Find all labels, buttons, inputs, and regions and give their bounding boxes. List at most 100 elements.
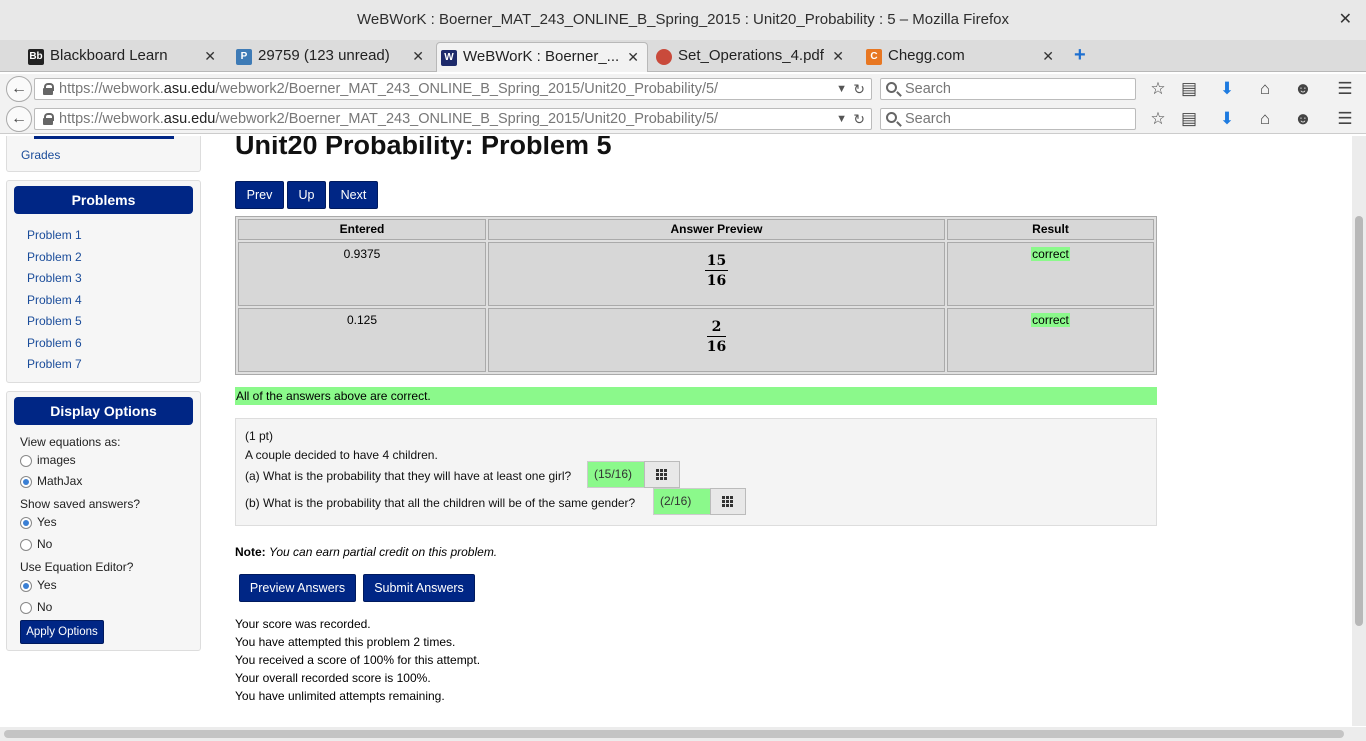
- problem-link-1[interactable]: Problem 1: [27, 225, 200, 247]
- tab-chegg[interactable]: C Chegg.com ✕: [862, 42, 1062, 72]
- problem-box: (1 pt) A couple decided to have 4 childr…: [235, 418, 1157, 526]
- main-menu-box: Grades: [6, 136, 201, 172]
- webwork-favicon-icon: W: [441, 50, 457, 66]
- chat-icon[interactable]: ☻: [1292, 78, 1314, 100]
- close-tab-icon[interactable]: ✕: [627, 43, 639, 71]
- preview-answers-button[interactable]: Preview Answers: [239, 574, 356, 602]
- radio-editor-no[interactable]: [20, 601, 32, 614]
- tab-bar: Bb Blackboard Learn ✕ P 29759 (123 unrea…: [0, 40, 1366, 72]
- chevron-down-icon[interactable]: ▼: [836, 109, 847, 129]
- vertical-scrollbar[interactable]: [1352, 136, 1366, 726]
- option-saved-yes[interactable]: Yes: [20, 515, 200, 529]
- window-title: WeBWorK : Boerner_MAT_243_ONLINE_B_Sprin…: [357, 11, 1009, 28]
- download-arrow-icon[interactable]: ⬇: [1216, 108, 1238, 130]
- bookmark-star-icon[interactable]: ☆: [1147, 78, 1169, 100]
- status-line: You received a score of 100% for this at…: [235, 653, 481, 667]
- search-input[interactable]: Search: [880, 108, 1136, 130]
- radio-editor-yes[interactable]: [20, 579, 32, 592]
- close-window-icon[interactable]: ✕: [1339, 0, 1352, 40]
- reading-list-icon[interactable]: ▤: [1178, 78, 1200, 100]
- search-input[interactable]: Search: [880, 78, 1136, 100]
- problem-link-7[interactable]: Problem 7: [27, 354, 200, 376]
- preview-cell: 2 16: [488, 308, 945, 372]
- url-bar[interactable]: https://webwork.asu.edu/webwork2/Boerner…: [34, 78, 872, 100]
- result-cell: correct: [947, 308, 1154, 372]
- close-tab-icon[interactable]: ✕: [1042, 42, 1054, 70]
- equation-editor-label: Use Equation Editor?: [20, 560, 134, 574]
- problem-link-3[interactable]: Problem 3: [27, 268, 200, 290]
- problem-link-2[interactable]: Problem 2: [27, 247, 200, 269]
- menu-icon[interactable]: ☰: [1334, 108, 1356, 130]
- apply-options-button[interactable]: Apply Options: [20, 620, 104, 644]
- home-icon[interactable]: ⌂: [1254, 78, 1276, 100]
- status-line: You have attempted this problem 2 times.: [235, 635, 456, 649]
- submit-answers-button[interactable]: Submit Answers: [363, 574, 475, 602]
- view-equations-label: View equations as:: [20, 435, 121, 449]
- radio-mathjax[interactable]: [20, 475, 32, 488]
- radio-images[interactable]: [20, 454, 32, 467]
- back-arrow-icon[interactable]: ←: [6, 76, 32, 102]
- tab-blackboard[interactable]: Bb Blackboard Learn ✕: [24, 42, 224, 72]
- part-b-question: (b) What is the probability that all the…: [245, 496, 636, 510]
- results-table: Entered Answer Preview Result 0.9375 15 …: [235, 216, 1157, 375]
- tab-pdf[interactable]: Set_Operations_4.pdf ✕: [652, 42, 852, 72]
- table-header-row: Entered Answer Preview Result: [238, 219, 1154, 240]
- answer-b-input[interactable]: (2/16): [653, 488, 711, 515]
- problem-link-5[interactable]: Problem 5: [27, 311, 200, 333]
- reading-list-icon[interactable]: ▤: [1178, 108, 1200, 130]
- preview-header: Answer Preview: [488, 219, 945, 240]
- tab-piazza[interactable]: P 29759 (123 unread) ✕: [232, 42, 432, 72]
- next-button[interactable]: Next: [329, 181, 378, 209]
- pdf-favicon-icon: [656, 49, 672, 65]
- piazza-favicon-icon: P: [236, 49, 252, 65]
- download-arrow-icon[interactable]: ⬇: [1216, 78, 1238, 100]
- tab-webwork[interactable]: W WeBWorK : Boerner_... ✕: [436, 42, 648, 72]
- radio-saved-yes[interactable]: [20, 516, 32, 529]
- option-mathjax[interactable]: MathJax: [20, 474, 200, 488]
- result-cell: correct: [947, 242, 1154, 306]
- fraction-preview: 15 16: [704, 253, 729, 289]
- url-bar[interactable]: https://webwork.asu.edu/webwork2/Boerner…: [34, 108, 872, 130]
- prev-button[interactable]: Prev: [235, 181, 284, 209]
- reload-icon[interactable]: ↻: [853, 109, 865, 129]
- problem-link-6[interactable]: Problem 6: [27, 333, 200, 355]
- home-icon[interactable]: ⌂: [1254, 108, 1276, 130]
- up-button[interactable]: Up: [287, 181, 326, 209]
- horizontal-scrollbar[interactable]: [0, 727, 1366, 741]
- radio-saved-no[interactable]: [20, 538, 32, 551]
- option-saved-no[interactable]: No: [20, 537, 200, 551]
- tab-label: WeBWorK : Boerner_...: [463, 48, 620, 65]
- table-row: 0.125 2 16 correct: [238, 308, 1154, 372]
- option-editor-yes[interactable]: Yes: [20, 578, 200, 592]
- new-tab-icon[interactable]: +: [1074, 44, 1092, 66]
- close-tab-icon[interactable]: ✕: [832, 42, 844, 70]
- option-images[interactable]: images: [20, 453, 200, 467]
- bookmark-star-icon[interactable]: ☆: [1147, 108, 1169, 130]
- status-line: You have unlimited attempts remaining.: [235, 689, 445, 703]
- equation-editor-b-button[interactable]: [710, 488, 746, 515]
- grades-link[interactable]: Grades: [21, 145, 60, 167]
- nav-toolbar-duplicate: ← https://webwork.asu.edu/webwork2/Boern…: [0, 104, 1366, 134]
- option-label: Yes: [37, 578, 57, 592]
- problem-link-4[interactable]: Problem 4: [27, 290, 200, 312]
- scroll-thumb[interactable]: [4, 730, 1344, 738]
- chevron-down-icon[interactable]: ▼: [836, 79, 847, 99]
- status-line: Your overall recorded score is 100%.: [235, 671, 431, 685]
- option-label: No: [37, 600, 53, 614]
- url-path: /webwork2/Boerner_MAT_243_ONLINE_B_Sprin…: [215, 81, 719, 97]
- correct-badge: correct: [1031, 313, 1070, 327]
- back-arrow-icon[interactable]: ←: [6, 106, 32, 132]
- reload-icon[interactable]: ↻: [853, 79, 865, 99]
- close-tab-icon[interactable]: ✕: [412, 42, 424, 70]
- close-tab-icon[interactable]: ✕: [204, 42, 216, 70]
- show-saved-label: Show saved answers?: [20, 497, 141, 511]
- scroll-thumb[interactable]: [1355, 216, 1363, 626]
- chat-icon[interactable]: ☻: [1292, 108, 1314, 130]
- option-editor-no[interactable]: No: [20, 600, 200, 614]
- menu-icon[interactable]: ☰: [1334, 78, 1356, 100]
- answer-a-input[interactable]: (15/16): [587, 461, 645, 488]
- display-options-header: Display Options: [14, 397, 193, 425]
- equation-editor-a-button[interactable]: [644, 461, 680, 488]
- problems-header: Problems: [14, 186, 193, 214]
- fraction-preview: 2 16: [706, 319, 727, 355]
